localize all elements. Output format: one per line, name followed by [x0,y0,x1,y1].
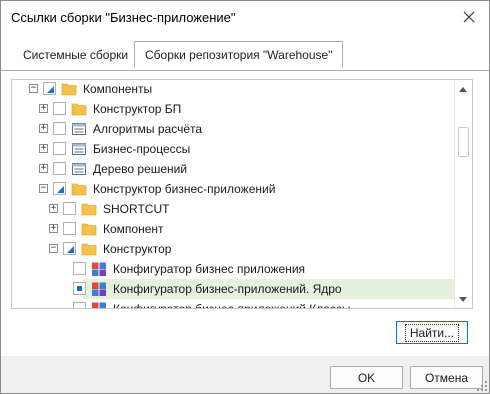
tree-checkbox[interactable] [63,242,76,255]
arrow-down-icon [459,296,467,302]
close-icon [463,11,475,23]
tree-item-label: Конфигуратор бизнес приложения [113,262,306,276]
collapse-icon[interactable]: − [49,244,58,253]
expand-icon[interactable]: + [49,204,58,213]
tree-checkbox[interactable] [53,102,66,115]
expand-icon[interactable]: + [39,144,48,153]
tree-row[interactable]: + Дерево решений [12,159,454,179]
folder-icon [81,243,97,256]
tree-checkbox[interactable] [53,182,66,195]
tree-item-label: Дерево решений [93,162,188,176]
tree-checkbox[interactable] [63,222,76,235]
tree-checkbox[interactable] [53,122,66,135]
dialog-window: Ссылки сборки "Бизнес-приложение" Систем… [0,0,490,394]
expand-icon[interactable]: + [49,224,58,233]
tree-item-label: Конструктор [103,242,172,256]
tree-item-label: Конфигуратор бизнес-приложений. Ядро [113,282,342,296]
tree-item-label: Конфигуратор бизнес-приложений Классы [113,302,351,309]
tree-item-label: Бизнес-процессы [93,142,191,156]
tree-row[interactable]: − Конструктор [12,239,454,259]
expand-icon[interactable]: + [39,104,48,113]
module-icon [92,282,106,296]
tree-row[interactable]: + Алгоритмы расчёта [12,119,454,139]
tree-checkbox[interactable] [73,262,86,275]
module-icon [92,302,106,308]
tab-bar: Системные сборки Сборки репозитория "War… [1,37,489,71]
ok-button[interactable]: OK [330,366,403,389]
resize-grip-icon[interactable] [477,381,487,391]
assembly-icon [72,123,86,135]
dialog-title: Ссылки сборки "Бизнес-приложение" [11,10,236,25]
tree-item-label: Компоненты [83,82,153,96]
tree-row[interactable]: − Конструктор бизнес-приложений [12,179,454,199]
folder-icon [81,223,97,236]
tree-checkbox[interactable] [53,142,66,155]
cancel-button[interactable]: Отмена [410,366,483,389]
folder-icon [71,183,87,196]
folder-icon [71,103,87,116]
tree-item-label: Компонент [103,222,164,236]
scroll-down-button[interactable] [455,291,471,307]
tree-row[interactable]: Конфигуратор бизнес приложения [12,259,454,279]
scroll-thumb[interactable] [458,127,469,157]
expand-icon[interactable]: + [39,124,48,133]
tree-row[interactable]: + Конструктор БП [12,99,454,119]
tree-checkbox[interactable] [43,82,56,95]
assembly-icon [72,143,86,155]
tree-item-label: Конструктор БП [93,102,182,116]
scroll-up-button[interactable] [455,81,471,97]
tree-checkbox[interactable] [73,282,86,295]
collapse-icon[interactable]: − [39,184,48,193]
tree-row[interactable]: + SHORTCUT [12,199,454,219]
tree-scrollbar[interactable] [454,81,471,307]
module-icon [92,262,106,276]
tree-item-label: Конструктор бизнес-приложений [93,182,276,196]
tree-row[interactable]: Конфигуратор бизнес-приложений. Ядро [73,279,454,299]
folder-icon [61,83,77,96]
title-bar: Ссылки сборки "Бизнес-приложение" [1,1,489,37]
collapse-icon[interactable]: − [29,84,38,93]
close-button[interactable] [453,3,485,31]
assembly-icon [72,163,86,175]
tab-panel: Конфигуратор бизнес-приложений Классы Кон… [1,70,489,356]
find-button[interactable]: Найти... [396,321,468,344]
arrow-up-icon [459,86,467,92]
tree-row[interactable]: + Бизнес-процессы [12,139,454,159]
tree-row[interactable]: − Компоненты [12,80,454,99]
tree-checkbox[interactable] [53,162,66,175]
expand-icon[interactable]: + [39,164,48,173]
assembly-tree: Конфигуратор бизнес-приложений Классы Кон… [11,79,473,309]
tree-checkbox[interactable] [73,302,86,308]
tree-row[interactable]: Конфигуратор бизнес-приложений Классы [12,299,454,309]
folder-icon [81,203,97,216]
tab-repository-assemblies[interactable]: Сборки репозитория "Warehouse" [134,41,344,68]
tree-row[interactable]: + Компонент [12,219,454,239]
tree-item-label: Алгоритмы расчёта [93,122,203,136]
tree-item-label: SHORTCUT [103,202,170,216]
tab-system-assemblies[interactable]: Системные сборки [13,43,138,66]
tree-checkbox[interactable] [63,202,76,215]
find-button-label: Найти... [404,323,460,342]
